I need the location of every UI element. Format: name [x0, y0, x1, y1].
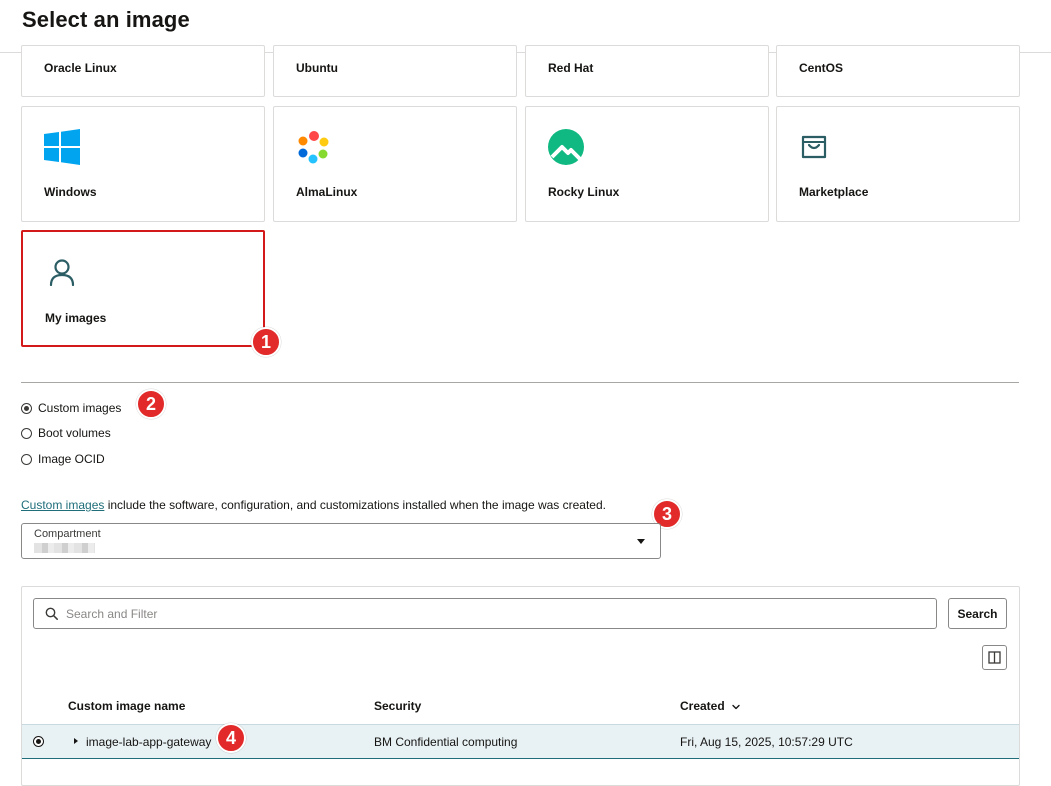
description-text: include the software, configuration, and…	[104, 498, 606, 512]
section-divider	[21, 382, 1019, 383]
card-red-hat[interactable]: Red Hat	[525, 45, 769, 97]
almalinux-icon	[296, 129, 332, 170]
column-header-name[interactable]: Custom image name	[68, 699, 185, 713]
chevron-down-icon	[637, 539, 645, 544]
card-ubuntu[interactable]: Ubuntu	[273, 45, 517, 97]
card-label: Oracle Linux	[44, 61, 117, 75]
sort-chevron-down-icon[interactable]	[731, 702, 741, 712]
cell-security: BM Confidential computing	[374, 735, 518, 749]
rocky-linux-icon	[548, 129, 584, 170]
radio-boot-volumes[interactable]: Boot volumes	[21, 426, 111, 440]
search-button[interactable]: Search	[948, 598, 1007, 629]
step-badge-2: 2	[136, 389, 166, 419]
radio-label: Image OCID	[38, 452, 105, 466]
column-header-security[interactable]: Security	[374, 699, 421, 713]
compartment-label: Compartment	[34, 528, 101, 540]
radio-button[interactable]	[21, 427, 32, 439]
step-badge-4: 4	[216, 723, 246, 753]
row-radio-button[interactable]	[33, 736, 44, 747]
custom-images-description: Custom images include the software, conf…	[21, 498, 606, 512]
card-label: CentOS	[799, 61, 844, 75]
custom-images-link[interactable]: Custom images	[21, 498, 104, 512]
card-oracle-linux[interactable]: Oracle Linux	[21, 45, 265, 97]
user-icon	[49, 258, 75, 291]
card-windows[interactable]: Windows	[21, 106, 265, 222]
column-header-created[interactable]: Created	[680, 699, 725, 713]
windows-icon	[44, 129, 80, 170]
card-label: Rocky Linux	[548, 185, 620, 199]
cell-created: Fri, Aug 15, 2025, 10:57:29 UTC	[680, 735, 853, 749]
page-title: Select an image	[22, 7, 190, 32]
compartment-select[interactable]: Compartment	[21, 523, 661, 559]
card-label: My images	[45, 311, 107, 325]
radio-label: Custom images	[38, 401, 122, 415]
expand-caret-icon[interactable]	[74, 738, 78, 744]
card-label: Red Hat	[548, 61, 594, 75]
card-rocky-linux[interactable]: Rocky Linux	[525, 106, 769, 222]
card-almalinux[interactable]: AlmaLinux	[273, 106, 517, 222]
radio-button[interactable]	[21, 402, 32, 414]
card-label: Ubuntu	[296, 61, 338, 75]
search-input[interactable]	[66, 600, 926, 627]
card-centos[interactable]: CentOS	[776, 45, 1020, 97]
card-marketplace[interactable]: Marketplace	[776, 106, 1020, 222]
step-badge-1: 1	[251, 327, 281, 357]
card-label: AlmaLinux	[296, 185, 358, 199]
columns-icon	[988, 651, 1001, 664]
shopping-bag-icon	[799, 131, 829, 166]
radio-custom-images[interactable]: Custom images	[21, 401, 121, 415]
radio-label: Boot volumes	[38, 426, 111, 440]
card-label: Marketplace	[799, 185, 869, 199]
radio-image-ocid[interactable]: Image OCID	[21, 452, 105, 466]
compartment-value-redacted	[34, 543, 95, 553]
card-label: Windows	[44, 185, 97, 199]
manage-columns-button[interactable]	[982, 645, 1007, 670]
cell-image-name[interactable]: image-lab-app-gateway	[86, 735, 211, 749]
search-field[interactable]	[33, 598, 937, 629]
search-icon	[45, 607, 58, 620]
card-my-images[interactable]: My images	[21, 230, 265, 347]
radio-button[interactable]	[21, 453, 32, 465]
